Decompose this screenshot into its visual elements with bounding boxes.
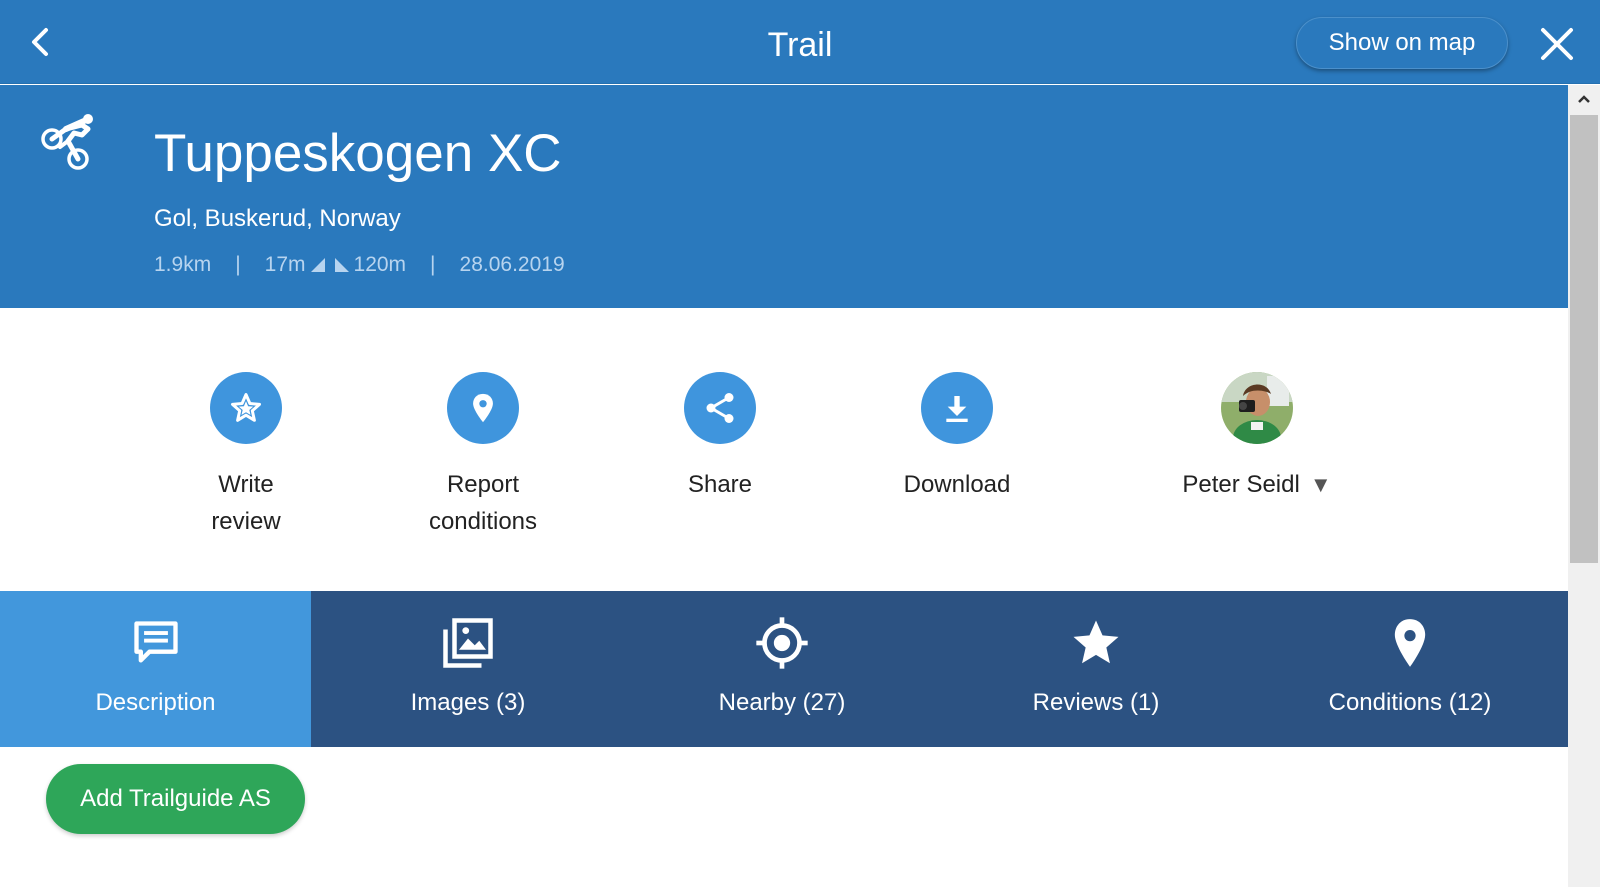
add-trailguide-button[interactable]: Add Trailguide AS — [46, 764, 305, 834]
trail-location: Gol, Buskerud, Norway — [154, 205, 401, 232]
tab-label: Reviews (1) — [1032, 689, 1160, 716]
scroll-up-button[interactable] — [1568, 85, 1600, 113]
tab-label: Description — [95, 689, 216, 716]
trail-date: 28.06.2019 — [459, 253, 565, 276]
close-button[interactable] — [1537, 24, 1577, 64]
avatar — [1221, 372, 1293, 444]
back-button[interactable] — [24, 22, 56, 62]
trail-header: Tuppeskogen XC Gol, Buskerud, Norway 1.9… — [0, 85, 1568, 308]
trail-ascent: 17m — [264, 253, 306, 276]
action-label: Report conditions — [428, 471, 538, 535]
descent-icon — [334, 258, 349, 272]
close-icon — [1541, 28, 1573, 60]
top-bar: Trail Show on map — [0, 0, 1600, 84]
trail-distance: 1.9km — [154, 253, 212, 276]
scrollbar[interactable] — [1568, 85, 1600, 887]
show-on-map-button[interactable]: Show on map — [1296, 17, 1508, 69]
tab-label: Nearby (27) — [718, 689, 846, 716]
trail-descent: 120m — [353, 253, 407, 276]
trail-detail-panel: Tuppeskogen XC Gol, Buskerud, Norway 1.9… — [0, 85, 1568, 887]
action-label: Write review — [211, 471, 281, 535]
crosshair-icon — [756, 617, 808, 669]
tab-bar: Description Images (3) Nearby (27) Revie… — [0, 591, 1568, 747]
chevron-up-icon — [1578, 95, 1590, 103]
action-row: Write review Report conditions Share Dow… — [0, 308, 1568, 591]
action-label: Download — [903, 471, 1011, 498]
star-outline-icon — [231, 393, 261, 422]
download-icon — [946, 396, 968, 422]
dropdown-arrow-icon: ▼ — [1309, 472, 1332, 497]
share-icon — [706, 393, 734, 423]
ascent-icon — [310, 258, 325, 272]
tab-label: Images (3) — [410, 689, 526, 716]
map-pin-icon — [1394, 619, 1426, 667]
user-name: Peter Seidl — [1182, 471, 1300, 498]
trail-name: Tuppeskogen XC — [154, 124, 562, 183]
stats-separator: | — [430, 253, 436, 276]
star-icon — [1073, 620, 1119, 664]
share-button[interactable]: Share — [620, 372, 820, 503]
images-icon — [443, 618, 493, 668]
tab-images[interactable]: Images (3) — [311, 591, 625, 747]
scrollbar-thumb[interactable] — [1570, 115, 1598, 563]
tab-nearby[interactable]: Nearby (27) — [625, 591, 939, 747]
description-content: Add Trailguide AS — [0, 747, 1568, 887]
map-pin-icon — [473, 393, 493, 423]
user-menu[interactable]: Peter Seidl ▼ — [1157, 372, 1357, 503]
write-review-button[interactable]: Write review — [146, 372, 346, 540]
report-conditions-button[interactable]: Report conditions — [383, 372, 583, 540]
trail-stats: 1.9km | 17m 120m | 28.06.2019 — [154, 253, 565, 277]
tab-description[interactable]: Description — [0, 591, 311, 747]
download-button[interactable]: Download — [857, 372, 1057, 503]
stats-separator: | — [235, 253, 241, 276]
action-label: Share — [687, 471, 753, 498]
tab-conditions[interactable]: Conditions (12) — [1253, 591, 1567, 747]
comment-icon — [133, 621, 178, 663]
mountain-bike-icon — [41, 114, 93, 170]
tab-label: Conditions (12) — [1328, 689, 1492, 716]
tab-reviews[interactable]: Reviews (1) — [939, 591, 1253, 747]
chevron-left-icon — [32, 28, 48, 56]
